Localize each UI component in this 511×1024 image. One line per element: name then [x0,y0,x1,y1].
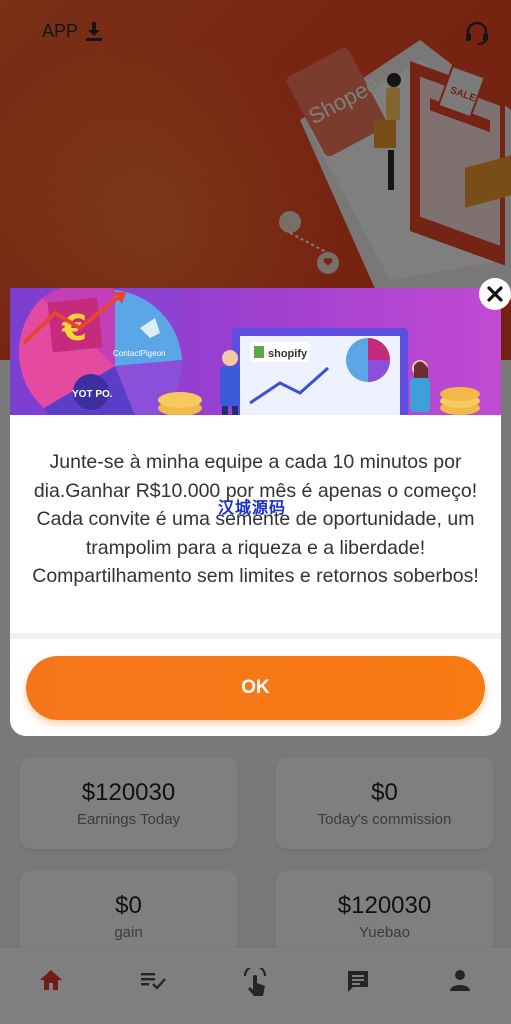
popup-close-button[interactable] [479,278,511,310]
contactpigeon-logo: ContactPigeon [113,349,165,358]
announcement-popup: € YOT PO. ContactPigeon shopify Junte-se… [10,288,501,736]
close-icon [487,286,503,302]
popup-message: Junte-se à minha equipe a cada 10 minuto… [32,451,479,587]
yotpo-logo: YOT PO. [72,389,113,400]
watermark-text: 汉城源码 [218,498,287,517]
euro-glyph: € [61,308,87,349]
popup-divider [10,633,501,639]
popup-banner: € YOT PO. ContactPigeon shopify [10,288,501,415]
ok-button[interactable]: OK [26,656,485,720]
popup-banner-illustration: € YOT PO. ContactPigeon shopify [18,288,480,415]
shopify-logo: shopify [268,348,308,360]
